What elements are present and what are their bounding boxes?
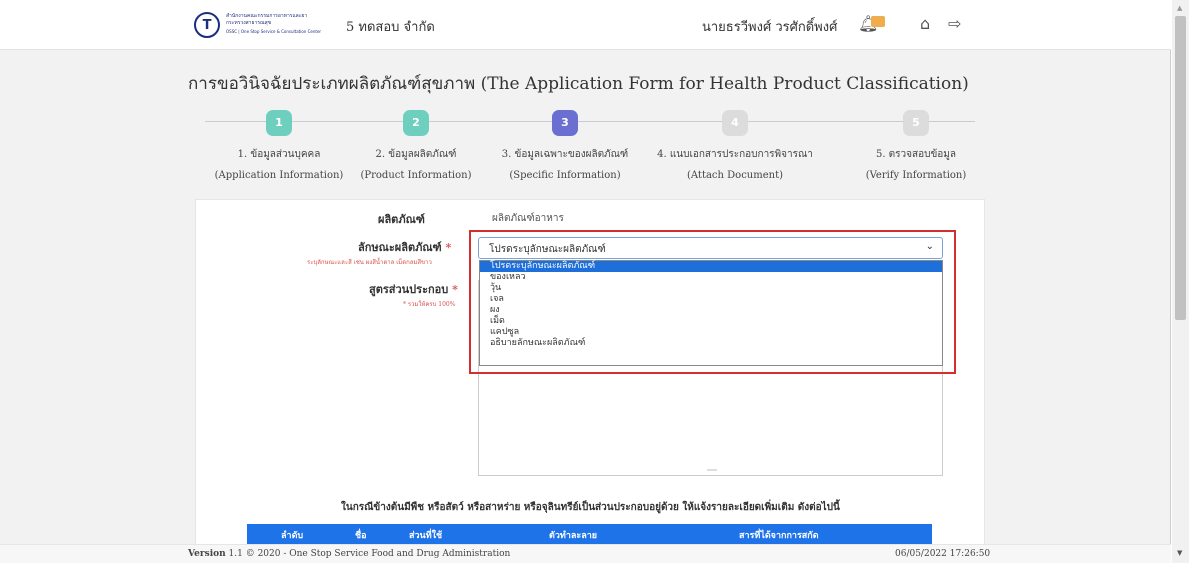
scrollbar-thumb[interactable] (1175, 16, 1186, 320)
table-header-cell: ตัวทำละลาย (549, 531, 598, 541)
step-label-th: 5. ตรวจสอบข้อมูล (875, 149, 957, 160)
characteristic-label: ลักษณะผลิตภัณฑ์ * (358, 241, 452, 254)
step-label-en: (Verify Information) (865, 170, 967, 181)
step-3: 3 3. ข้อมูลเฉพาะของผลิตภัณฑ์ (Specific Inf… (480, 110, 650, 181)
vertical-scrollbar[interactable]: ▲ ▼ (1172, 0, 1189, 563)
logout-icon[interactable]: ⇨ (948, 14, 961, 33)
fda-emblem-icon: T (194, 12, 220, 38)
product-label: ผลิตภัณฑ์ (378, 213, 425, 226)
step-number: 5 (903, 110, 929, 136)
table-header-cell: ส่วนที่ใช้ (409, 531, 443, 541)
version-text: Version 1.1 © 2020 - One Stop Service Fo… (188, 549, 511, 559)
logo-line-3: OSSC | One Stop Service & Consultation C… (226, 29, 322, 34)
step-number: 4 (722, 110, 748, 136)
table-header-cell: ชื่อ (355, 531, 367, 541)
bell-icon[interactable]: 🔔︎ (858, 14, 885, 33)
table-header-cell: สารที่ได้จากการสกัด (739, 531, 819, 541)
home-icon[interactable]: ⌂ (920, 14, 930, 33)
company-name: 5 ทดสอบ จำกัด (346, 20, 435, 35)
step-4: 4 4. แนบเอกสารประกอบการพิจารณา (Attach Doc… (650, 110, 820, 181)
formula-hint: * รวมให้ครบ 100% (403, 301, 456, 308)
step-label-en: (Product Information) (360, 170, 472, 181)
footer-timestamp: 06/05/2022 17:26:50 (895, 549, 991, 559)
step-5: 5 5. ตรวจสอบข้อมูล (Verify Information) (831, 110, 1001, 181)
step-label-th: 2. ข้อมูลผลิตภัณฑ์ (375, 149, 457, 160)
notification-badge (871, 16, 885, 27)
top-navbar: T สำนักงานคณะกรรมการอาหารและยา กระทรวงสา… (0, 0, 1171, 50)
logo-line-2: กระทรวงสาธารณสุข (226, 20, 272, 26)
highlight-box (469, 230, 956, 374)
page-title: การขอวินิจฉัยประเภทผลิตภัณฑ์สุขภาพ (The … (188, 74, 969, 94)
step-number: 3 (552, 110, 578, 136)
footer: Version 1.1 © 2020 - One Stop Service Fo… (0, 544, 1171, 563)
browser-viewport: T สำนักงานคณะกรรมการอาหารและยา กระทรวงสา… (0, 0, 1171, 563)
plant-animal-note: ในกรณีข้างต้นมีพืช หรือสัตว์ หรือสาหร่าย… (341, 502, 840, 513)
table-header: ลำดับ ชื่อ ส่วนที่ใช้ ตัวทำละลาย สารที่ไ… (247, 524, 932, 544)
scroll-up-arrow-icon[interactable]: ▲ (1177, 4, 1182, 12)
user-name[interactable]: นายธรวีพงศ์ วรศักดิ์พงศ์ (702, 16, 837, 37)
product-value: ผลิตภัณฑ์อาหาร (492, 213, 564, 224)
scroll-down-arrow-icon[interactable]: ▼ (1177, 549, 1182, 557)
step-label-th: 4. แนบเอกสารประกอบการพิจารณา (657, 149, 813, 160)
formula-label: สูตรส่วนประกอบ * (369, 283, 458, 296)
step-label-th: 3. ข้อมูลเฉพาะของผลิตภัณฑ์ (501, 149, 629, 160)
step-label-en: (Attach Document) (686, 170, 783, 181)
table-header-cell: ลำดับ (281, 531, 304, 541)
characteristic-hint: ระบุลักษณะและสี เช่น ผงสีน้ำตาล เม็ดกลมส… (307, 259, 432, 266)
step-number: 2 (403, 110, 429, 136)
resize-grip[interactable] (707, 469, 717, 471)
step-label-en: (Specific Information) (509, 170, 621, 181)
step-number: 1 (266, 110, 292, 136)
ossc-logo[interactable]: T สำนักงานคณะกรรมการอาหารและยา กระทรวงสา… (194, 12, 324, 38)
step-2: 2 2. ข้อมูลผลิตภัณฑ์ (Product Information) (331, 110, 501, 181)
